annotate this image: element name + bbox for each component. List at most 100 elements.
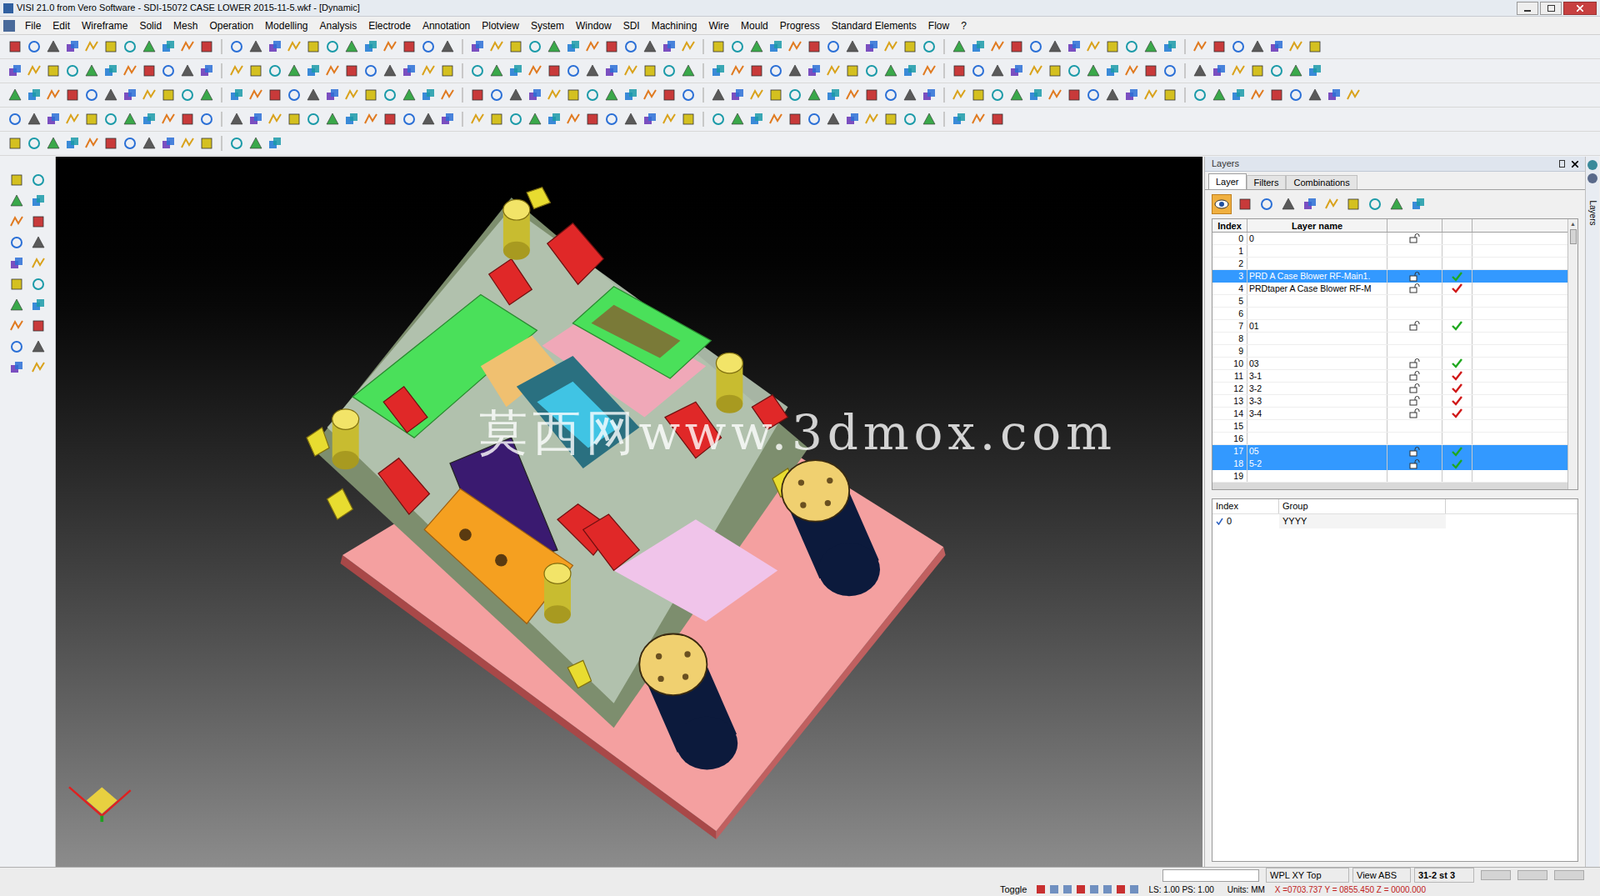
mould-model[interactable] <box>55 156 1203 867</box>
tool-icon[interactable] <box>45 62 62 80</box>
tool-icon[interactable] <box>1249 86 1266 104</box>
tool-icon[interactable] <box>641 38 659 55</box>
tool-icon[interactable] <box>680 110 697 128</box>
tool-icon[interactable] <box>1142 38 1160 55</box>
tool-icon[interactable] <box>343 38 360 55</box>
tool-icon[interactable] <box>469 86 486 104</box>
tool-icon[interactable] <box>920 62 938 80</box>
tool-icon[interactable] <box>8 338 25 355</box>
tool-icon[interactable] <box>748 86 765 104</box>
tool-icon[interactable] <box>641 110 659 128</box>
tool-icon[interactable] <box>603 110 620 128</box>
tool-icon[interactable] <box>882 110 900 128</box>
tool-icon[interactable] <box>343 62 360 80</box>
tool-icon[interactable] <box>30 234 47 251</box>
check-icon[interactable] <box>1451 320 1463 331</box>
tool-icon[interactable] <box>1249 38 1266 55</box>
tool-icon[interactable] <box>526 62 544 80</box>
tool-icon[interactable] <box>989 110 1006 128</box>
menu-item[interactable]: Wire <box>703 18 735 34</box>
tool-icon[interactable] <box>285 86 303 104</box>
lock-open-icon[interactable] <box>1409 383 1421 394</box>
tool-icon[interactable] <box>1065 62 1083 80</box>
status-icon[interactable] <box>1063 885 1072 894</box>
tool-icon[interactable] <box>160 86 177 104</box>
tool-icon[interactable] <box>1236 195 1254 213</box>
tool-icon[interactable] <box>8 317 25 335</box>
tool-icon[interactable] <box>362 110 380 128</box>
lock-open-icon[interactable] <box>1409 233 1421 244</box>
tool-icon[interactable] <box>439 86 456 104</box>
tool-icon[interactable] <box>381 62 399 80</box>
tool-icon[interactable] <box>83 62 100 80</box>
tool-icon[interactable] <box>641 86 659 104</box>
status-icon[interactable] <box>1090 885 1099 894</box>
tool-icon[interactable] <box>228 86 245 104</box>
tool-icon[interactable] <box>805 110 823 128</box>
tool-icon[interactable] <box>140 135 158 152</box>
tool-icon[interactable] <box>266 110 284 128</box>
tool-icon[interactable] <box>1388 195 1405 213</box>
tool-icon[interactable] <box>102 62 120 80</box>
tool-icon[interactable] <box>469 110 486 128</box>
tool-icon[interactable] <box>45 110 62 128</box>
tool-icon[interactable] <box>603 62 620 80</box>
tool-icon[interactable] <box>247 62 265 80</box>
tool-icon[interactable] <box>729 62 746 80</box>
layer-row[interactable]: 16 <box>1212 432 1568 445</box>
panel-tab[interactable]: Combinations <box>1285 175 1357 190</box>
tool-icon[interactable] <box>1258 195 1275 213</box>
tool-icon[interactable] <box>305 110 322 128</box>
tool-icon[interactable] <box>920 38 938 55</box>
tool-icon[interactable] <box>179 135 196 152</box>
tool-icon[interactable] <box>1325 86 1343 104</box>
tool-icon[interactable] <box>1046 38 1064 55</box>
tool-icon[interactable] <box>1027 38 1045 55</box>
tool-icon[interactable] <box>825 110 842 128</box>
tool-icon[interactable] <box>710 38 727 55</box>
tool-icon[interactable] <box>266 38 284 55</box>
tool-icon[interactable] <box>1249 62 1266 80</box>
layer-row[interactable]: 6 <box>1212 307 1568 320</box>
tool-icon[interactable] <box>950 86 968 104</box>
tool-icon[interactable] <box>121 110 139 128</box>
menu-item[interactable]: Annotation <box>417 18 475 34</box>
tool-icon[interactable] <box>1345 86 1362 104</box>
tool-icon[interactable] <box>1287 62 1305 80</box>
tool-icon[interactable] <box>1123 86 1140 104</box>
tool-icon[interactable] <box>950 110 968 128</box>
tool-icon[interactable] <box>121 135 139 152</box>
tool-icon[interactable] <box>507 62 525 80</box>
tool-icon[interactable] <box>285 110 303 128</box>
tool-icon[interactable] <box>825 38 842 55</box>
menu-item[interactable]: Analysis <box>314 18 362 34</box>
group-row[interactable]: 0YYYY <box>1212 514 1578 529</box>
status-icon[interactable] <box>1116 885 1125 894</box>
tool-icon[interactable] <box>989 86 1006 104</box>
tool-icon[interactable] <box>160 110 177 128</box>
tool-icon[interactable] <box>381 110 399 128</box>
tool-icon[interactable] <box>786 38 804 55</box>
tool-icon[interactable] <box>1161 86 1179 104</box>
tool-icon[interactable] <box>1230 86 1247 104</box>
tool-icon[interactable] <box>102 38 120 55</box>
lock-open-icon[interactable] <box>1409 370 1421 381</box>
tool-icon[interactable] <box>660 86 678 104</box>
view-indicator[interactable]: View ABS <box>1352 867 1411 884</box>
menu-item[interactable]: Operation <box>204 18 259 34</box>
tool-icon[interactable] <box>8 359 25 376</box>
tool-icon[interactable] <box>844 110 861 128</box>
tool-icon[interactable] <box>6 110 24 128</box>
tool-icon[interactable] <box>420 110 437 128</box>
tool-icon[interactable] <box>660 110 678 128</box>
tool-icon[interactable] <box>1210 38 1228 55</box>
tool-icon[interactable] <box>729 38 746 55</box>
toggle-label[interactable]: Toggle <box>1000 882 1027 896</box>
tool-icon[interactable] <box>8 296 25 314</box>
tool-icon[interactable] <box>786 110 804 128</box>
eye-button[interactable] <box>1211 194 1232 215</box>
tool-icon[interactable] <box>30 275 47 293</box>
tool-icon[interactable] <box>102 110 120 128</box>
tool-icon[interactable] <box>25 86 43 104</box>
tool-icon[interactable] <box>1410 195 1427 213</box>
